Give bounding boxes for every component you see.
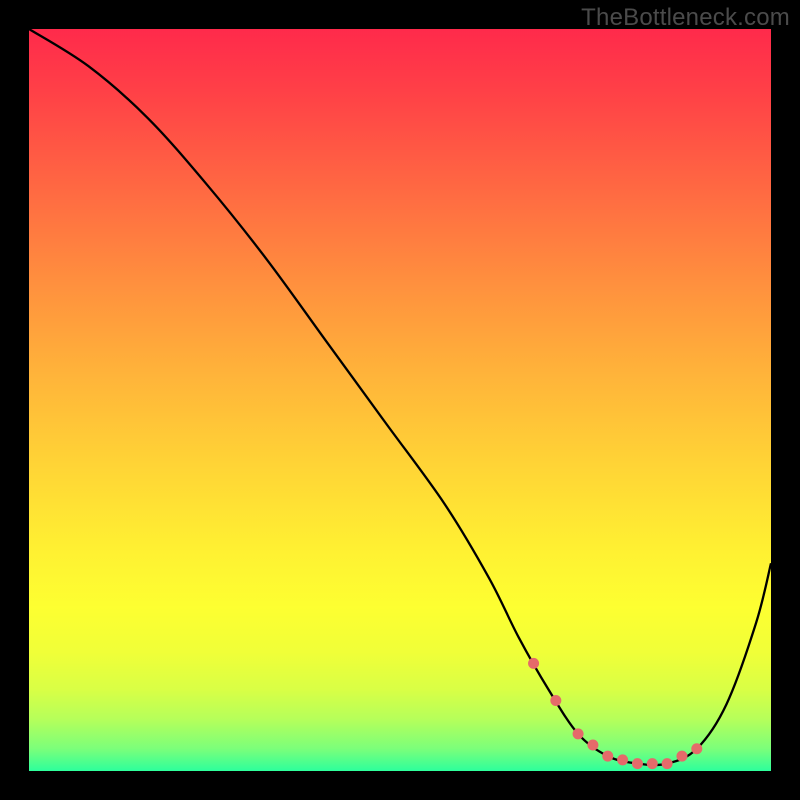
optimal-range-dots xyxy=(528,658,702,769)
watermark-text: TheBottleneck.com xyxy=(581,4,790,32)
chart-frame: TheBottleneck.com xyxy=(0,0,800,800)
optimal-dot xyxy=(662,758,673,769)
optimal-dot xyxy=(617,754,628,765)
optimal-dot xyxy=(691,743,702,754)
optimal-dot xyxy=(647,758,658,769)
optimal-dot xyxy=(632,758,643,769)
optimal-dot xyxy=(573,728,584,739)
optimal-dot xyxy=(676,751,687,762)
bottleneck-curve-svg xyxy=(29,29,771,771)
optimal-dot xyxy=(550,695,561,706)
bottleneck-curve-path xyxy=(29,29,771,765)
optimal-dot xyxy=(528,658,539,669)
optimal-dot xyxy=(602,751,613,762)
gradient-background xyxy=(29,29,771,771)
optimal-dot xyxy=(587,740,598,751)
